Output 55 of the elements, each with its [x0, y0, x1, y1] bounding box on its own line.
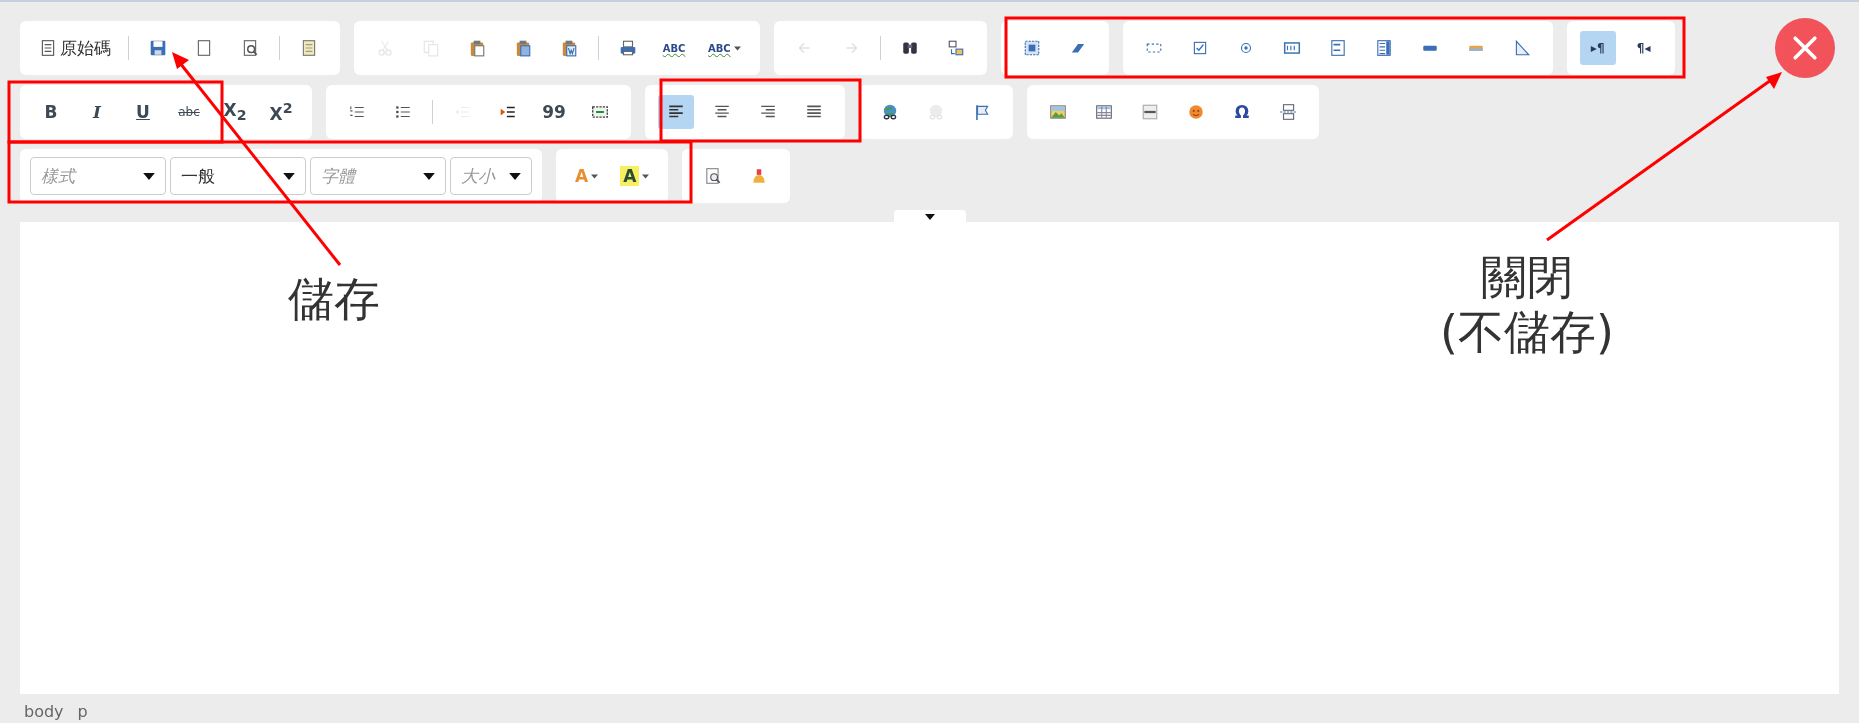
copy-icon — [422, 39, 440, 57]
text-field-icon — [1282, 39, 1301, 57]
underline-button[interactable]: U — [125, 95, 161, 129]
page-magnifier-icon — [704, 167, 723, 185]
table-icon — [1095, 103, 1113, 121]
caret-icon — [509, 172, 521, 180]
annotation-label: 關閉 (不儲存) — [1440, 250, 1614, 361]
sub-button[interactable]: X$_{2}$ — [217, 95, 253, 129]
italic-button[interactable]: I — [79, 95, 115, 129]
close-button[interactable] — [1775, 18, 1835, 78]
globe-unlink-icon — [927, 103, 945, 121]
globe-link-icon — [881, 103, 899, 121]
strike-button[interactable]: abc — [171, 95, 207, 129]
printer-icon — [619, 39, 637, 57]
select-all-icon — [1022, 39, 1041, 57]
document-icon — [39, 39, 57, 57]
sup-button[interactable]: X$^{2}$ — [263, 95, 299, 129]
source-button[interactable]: 原始碼 — [33, 31, 117, 65]
clipboard-icon — [468, 39, 486, 57]
element-path-item[interactable]: body — [24, 702, 64, 721]
caret-icon — [924, 214, 935, 220]
scayt-button[interactable]: ABC — [702, 31, 747, 65]
caret-icon — [733, 45, 741, 51]
element-path-item[interactable]: p — [77, 702, 88, 721]
bullet-list-icon — [394, 103, 412, 121]
page-break-icon — [1279, 103, 1297, 121]
dropdown[interactable]: 一般 — [170, 157, 306, 195]
blockquote-button[interactable]: 99 — [536, 95, 572, 129]
clipboard-icon — [514, 39, 532, 57]
annotation-label: 儲存 — [288, 272, 380, 328]
smiley-icon — [1187, 103, 1205, 121]
bold-button[interactable]: B — [33, 95, 69, 129]
rtl-button[interactable]: ¶◂ — [1625, 31, 1662, 65]
clipboard-icon — [560, 39, 578, 57]
text-area-icon — [1328, 39, 1347, 57]
flag-icon — [973, 103, 991, 121]
specialchar-button[interactable]: Ω — [1224, 95, 1260, 129]
list-box-icon — [1374, 39, 1393, 57]
ltr-button[interactable]: ▸¶ — [1579, 31, 1616, 65]
page-magnifier-icon — [241, 39, 259, 57]
div-container-icon — [591, 103, 609, 121]
replace-icon — [946, 39, 965, 57]
document-icon — [300, 39, 318, 57]
caret-icon — [642, 173, 650, 179]
blank-page-icon — [195, 39, 213, 57]
binoculars-icon — [900, 39, 919, 57]
bgcolor-button[interactable]: A — [614, 159, 656, 193]
caret-icon — [143, 172, 155, 180]
caret-icon — [283, 172, 295, 180]
image-icon — [1049, 103, 1067, 121]
spell-button[interactable]: ABC — [656, 31, 692, 65]
caret-icon — [591, 173, 599, 179]
collapse-toolbar-button[interactable] — [893, 210, 966, 224]
caret-icon — [423, 172, 435, 180]
close-icon — [1791, 34, 1819, 62]
